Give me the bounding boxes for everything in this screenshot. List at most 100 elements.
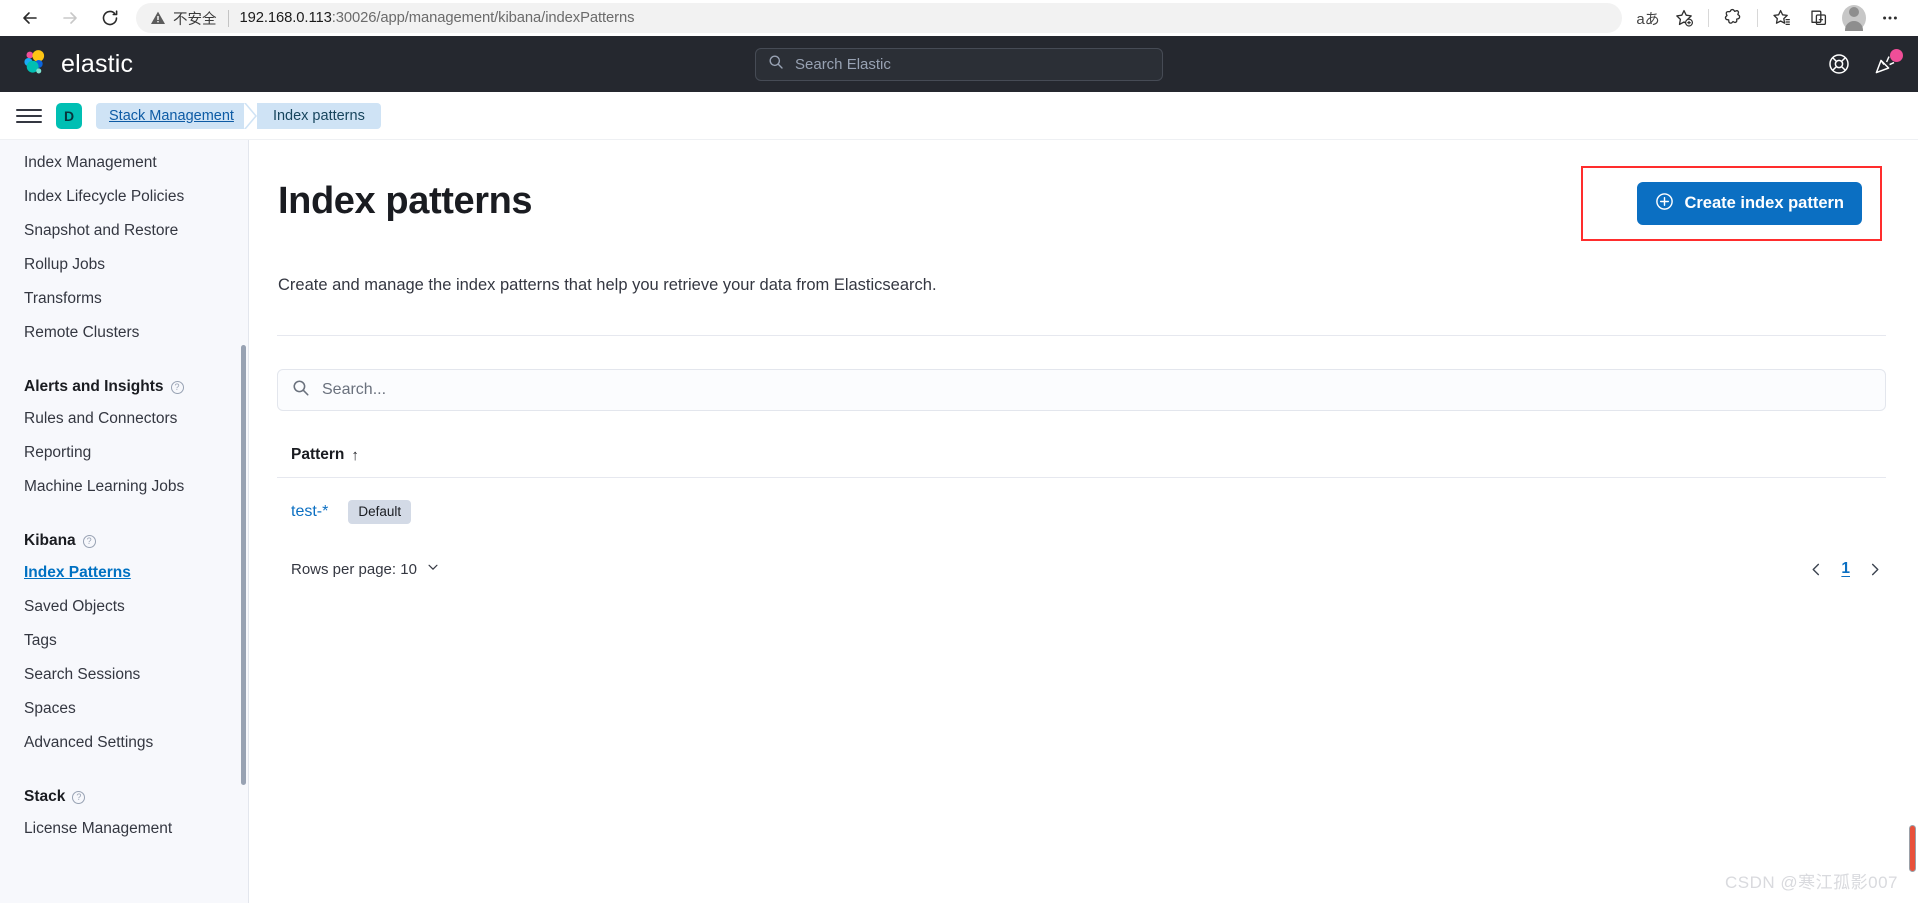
column-header-label: Pattern xyxy=(291,446,345,463)
section-divider xyxy=(277,335,1886,336)
main-content: Index patterns Create index pattern Crea… xyxy=(249,140,1918,903)
sidebar-group-stack: Stack ? xyxy=(0,782,249,812)
sidebar-item-rollup-jobs[interactable]: Rollup Jobs xyxy=(0,248,249,282)
avatar xyxy=(1842,5,1866,31)
search-icon xyxy=(768,54,784,75)
search-icon xyxy=(292,379,310,402)
browser-toolbar-actions: aあ xyxy=(1630,2,1908,34)
sidebar-item-remote-clusters[interactable]: Remote Clusters xyxy=(0,316,249,350)
index-pattern-search-input[interactable]: Search... xyxy=(277,369,1886,411)
url-host: 192.168.0.113 xyxy=(239,10,332,26)
extensions-icon[interactable] xyxy=(1715,2,1751,34)
sidebar-scrollbar[interactable] xyxy=(241,345,246,785)
favorites-icon[interactable] xyxy=(1764,2,1800,34)
news-announcement-icon[interactable] xyxy=(1872,49,1903,77)
global-search-input[interactable]: Search Elastic xyxy=(755,47,1163,81)
sidebar-item-machine-learning-jobs[interactable]: Machine Learning Jobs xyxy=(0,470,249,504)
breadcrumb-separator-icon xyxy=(243,102,257,129)
watermark: CSDN @寒江孤影007 xyxy=(1724,873,1898,892)
help-circle-icon[interactable]: ? xyxy=(170,380,184,394)
table-footer: Rows per page: 10 1 xyxy=(277,560,1886,578)
sidebar-item-transforms[interactable]: Transforms xyxy=(0,282,249,316)
sidebar-group-kibana: Kibana ? xyxy=(0,526,249,556)
help-circle-icon[interactable]: ? xyxy=(82,534,96,548)
sidebar: Index Management Index Lifecycle Policie… xyxy=(0,140,249,903)
url-text: 192.168.0.113:30026/app/management/kiban… xyxy=(240,10,635,26)
index-pattern-link[interactable]: test-* xyxy=(291,503,328,521)
breadcrumb-item-stack-management[interactable]: Stack Management xyxy=(96,102,246,129)
app-header-actions xyxy=(1826,49,1903,77)
chevron-down-icon xyxy=(426,560,440,578)
search-placeholder: Search... xyxy=(322,381,387,398)
pagination: 1 xyxy=(1809,560,1882,578)
create-index-pattern-label: Create index pattern xyxy=(1684,194,1844,212)
sidebar-item-saved-objects[interactable]: Saved Objects xyxy=(0,590,249,624)
sidebar-group-label: Alerts and Insights xyxy=(24,378,164,395)
sidebar-item-index-patterns[interactable]: Index Patterns xyxy=(0,556,249,590)
reload-button[interactable] xyxy=(90,2,130,34)
add-favorite-icon[interactable] xyxy=(1666,2,1702,34)
status-badge: Default xyxy=(348,500,412,525)
sidebar-item-tags[interactable]: Tags xyxy=(0,624,249,658)
page-title: Index patterns xyxy=(278,180,533,222)
sidebar-item-index-management[interactable]: Index Management xyxy=(0,146,249,180)
translate-icon[interactable]: aあ xyxy=(1630,2,1666,34)
global-search-placeholder: Search Elastic xyxy=(795,55,891,73)
breadcrumb-item-index-patterns[interactable]: Index patterns xyxy=(256,102,381,129)
breadcrumb-bar: D Stack Management Index patterns xyxy=(0,92,1918,140)
page-number-1[interactable]: 1 xyxy=(1841,560,1850,578)
avatar-body xyxy=(1845,21,1863,31)
elastic-logo-brand[interactable]: elastic xyxy=(20,47,133,82)
help-lifebuoy-icon[interactable] xyxy=(1826,51,1852,77)
app-header: elastic Search Elastic xyxy=(0,36,1918,92)
create-index-pattern-button[interactable]: Create index pattern xyxy=(1637,182,1862,225)
page-header: Index patterns Create index pattern xyxy=(277,166,1886,241)
url-path: :30026/app/management/kibana/indexPatter… xyxy=(331,10,635,26)
breadcrumb: Stack Management Index patterns xyxy=(96,102,381,129)
menu-hamburger-icon[interactable] xyxy=(16,103,42,129)
sidebar-item-index-lifecycle-policies[interactable]: Index Lifecycle Policies xyxy=(0,180,249,214)
page-scrollbar[interactable] xyxy=(1909,825,1916,872)
column-header-pattern[interactable]: Pattern ↑ xyxy=(291,446,359,464)
help-circle-icon[interactable]: ? xyxy=(72,790,86,804)
browser-toolbar: 不安全 192.168.0.113:30026/app/management/k… xyxy=(0,0,1918,36)
address-bar[interactable]: 不安全 192.168.0.113:30026/app/management/k… xyxy=(136,3,1622,33)
previous-page-icon[interactable] xyxy=(1809,562,1824,577)
plus-circle-icon xyxy=(1655,192,1674,216)
avatar-head xyxy=(1849,7,1859,17)
index-patterns-table: Pattern ↑ test-* Default xyxy=(277,446,1886,546)
sidebar-item-search-sessions[interactable]: Search Sessions xyxy=(0,658,249,692)
body: Index Management Index Lifecycle Policie… xyxy=(0,140,1918,903)
settings-more-icon[interactable] xyxy=(1872,2,1908,34)
table-header-row: Pattern ↑ xyxy=(277,446,1886,478)
rows-per-page-label: Rows per page: 10 xyxy=(291,560,417,578)
sidebar-group-alerts-and-insights: Alerts and Insights ? xyxy=(0,372,249,402)
notification-dot xyxy=(1890,49,1903,62)
toolbar-divider xyxy=(1708,9,1709,27)
page-description: Create and manage the index patterns tha… xyxy=(278,276,937,294)
create-index-pattern-annotation: Create index pattern xyxy=(1581,166,1882,241)
sort-ascending-icon: ↑ xyxy=(351,446,359,464)
back-button[interactable] xyxy=(10,2,50,34)
profile-avatar[interactable] xyxy=(1836,2,1872,34)
sidebar-item-advanced-settings[interactable]: Advanced Settings xyxy=(0,726,249,760)
rows-per-page-selector[interactable]: Rows per page: 10 xyxy=(291,560,440,578)
sidebar-item-license-management[interactable]: License Management xyxy=(0,812,249,846)
sidebar-group-label: Stack xyxy=(24,788,66,805)
omnibox-divider xyxy=(227,9,229,27)
elastic-logo-icon xyxy=(20,47,50,82)
sidebar-group-label: Kibana xyxy=(24,532,76,549)
sidebar-item-rules-and-connectors[interactable]: Rules and Connectors xyxy=(0,402,249,436)
collections-icon[interactable] xyxy=(1800,2,1836,34)
table-row: test-* Default xyxy=(277,478,1886,546)
sidebar-item-spaces[interactable]: Spaces xyxy=(0,692,249,726)
sidebar-item-snapshot-and-restore[interactable]: Snapshot and Restore xyxy=(0,214,249,248)
brand-name: elastic xyxy=(61,49,134,78)
next-page-icon[interactable] xyxy=(1867,562,1882,577)
not-secure-label: 不安全 xyxy=(173,11,217,28)
forward-button[interactable] xyxy=(50,2,90,34)
toolbar-divider-2 xyxy=(1757,9,1758,27)
sidebar-item-reporting[interactable]: Reporting xyxy=(0,436,249,470)
not-secure-warning-icon xyxy=(150,10,166,26)
space-avatar[interactable]: D xyxy=(56,102,82,129)
